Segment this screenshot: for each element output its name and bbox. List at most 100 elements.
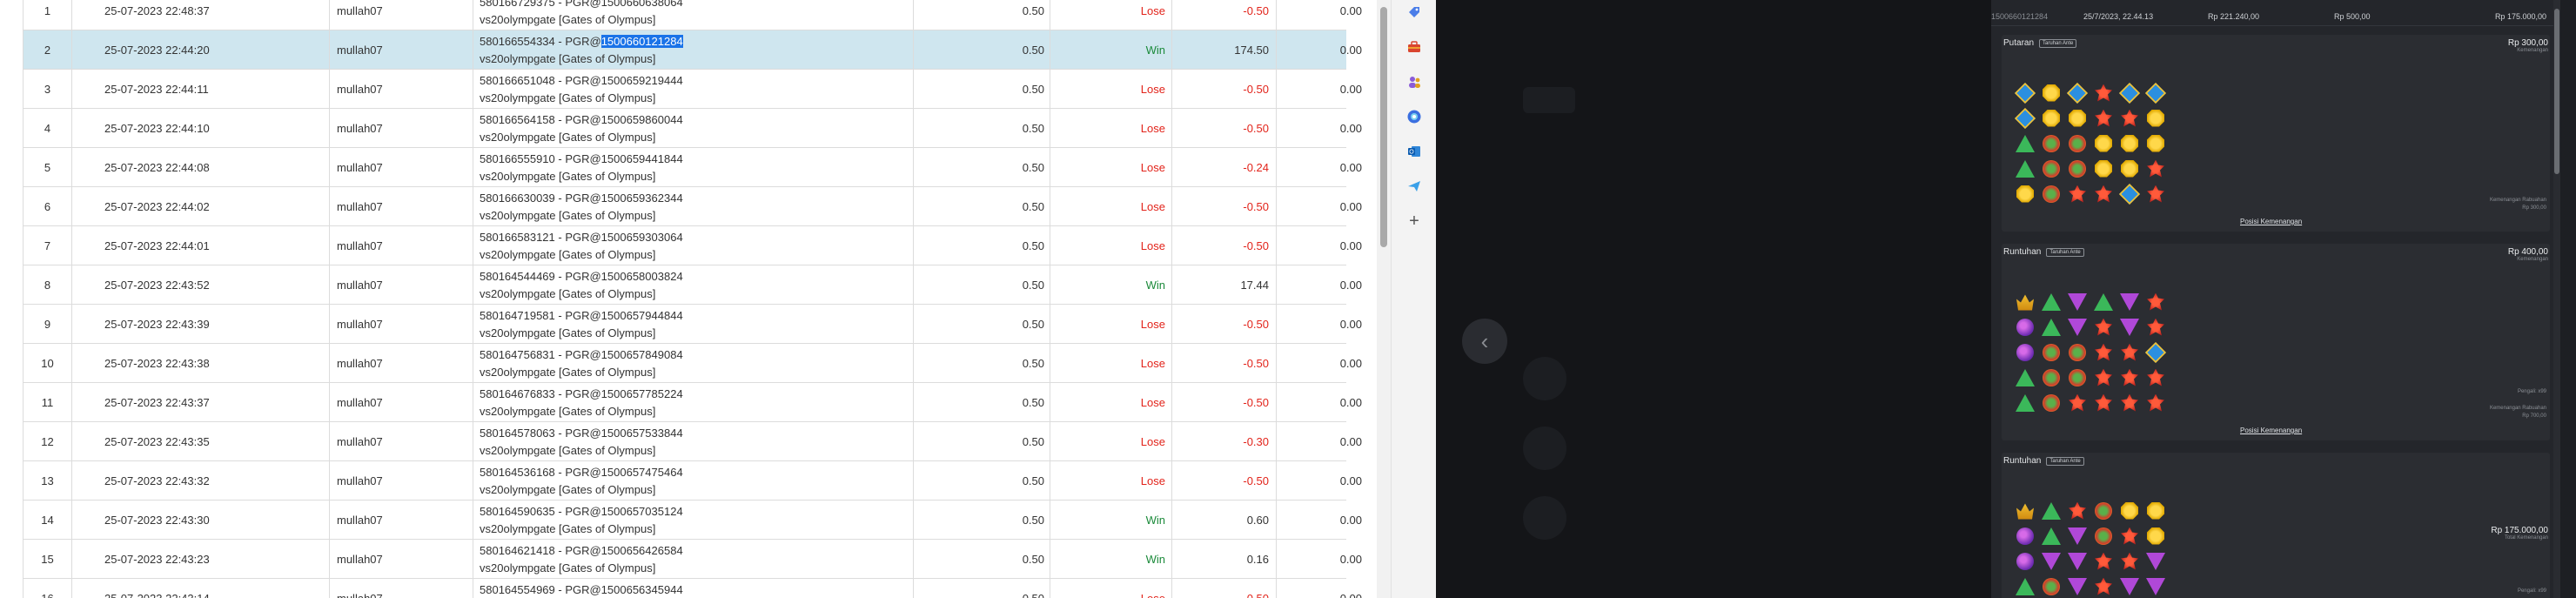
row-profit-loss: 0.16 bbox=[1172, 540, 1277, 579]
row-bet: 0.50 bbox=[914, 344, 1050, 383]
reel-grid bbox=[2012, 498, 2169, 598]
row-description-line1: 580164756831 - PGR@1500657849084 bbox=[480, 346, 683, 364]
row-jackpot: 0.00 bbox=[1339, 239, 1362, 252]
table-row[interactable]: 14 25-07-2023 22:43:30 mullah07 58016459063… bbox=[23, 501, 1362, 540]
row-bet: 0.50 bbox=[914, 226, 1050, 265]
history-scrollbar-thumb[interactable] bbox=[2554, 9, 2559, 174]
gem-red-icon bbox=[2064, 181, 2090, 206]
table-row[interactable]: 7 25-07-2023 22:44:01 mullah07 580166583121… bbox=[23, 226, 1362, 265]
row-jackpot: 0.00 bbox=[1339, 83, 1362, 96]
transaction-id: 580164590635 - PGR@1500657035124 bbox=[480, 504, 683, 518]
row-description: 580166651048 - PGR@1500659219444 vs20olym… bbox=[473, 70, 914, 109]
row-datetime: 25-07-2023 22:48:37 bbox=[72, 0, 330, 30]
gem-purple-icon bbox=[2116, 314, 2143, 339]
row-number: 10 bbox=[23, 344, 72, 383]
outlook-icon[interactable]: O bbox=[1405, 143, 1423, 160]
ante-tag: Taruhan Ante bbox=[2046, 456, 2084, 466]
table-row[interactable]: 15 25-07-2023 22:43:23 mullah07 58016462141… bbox=[23, 540, 1362, 579]
gem-red-icon bbox=[2116, 548, 2143, 574]
gem-ring-icon bbox=[2064, 365, 2090, 390]
row-username: mullah07 bbox=[330, 30, 473, 70]
grid-scrollbar-thumb[interactable] bbox=[1380, 7, 1387, 247]
people-icon[interactable] bbox=[1405, 73, 1423, 91]
gem-green-icon bbox=[2090, 289, 2116, 314]
gem-orb-icon bbox=[2012, 314, 2038, 339]
row-description: 580166555910 - PGR@1500659441844 vs20olym… bbox=[473, 148, 914, 187]
gem-red-icon bbox=[2143, 156, 2169, 181]
gem-ring-icon bbox=[2038, 339, 2064, 365]
row-profit-loss: -0.50 bbox=[1172, 109, 1277, 148]
row-number: 3 bbox=[23, 70, 72, 109]
gem-red-icon bbox=[2090, 181, 2116, 206]
row-number: 6 bbox=[23, 187, 72, 226]
table-row[interactable]: 10 25-07-2023 22:43:38 mullah07 58016475683… bbox=[23, 344, 1362, 383]
send-icon[interactable] bbox=[1405, 178, 1423, 195]
winning-positions-link[interactable]: Posisi Kemenangan bbox=[2240, 218, 2302, 225]
ante-tag: Taruhan Ante bbox=[2046, 247, 2084, 257]
row-description-line1: 580164536168 - PGR@1500657475464 bbox=[480, 464, 683, 481]
row-datetime: 25-07-2023 22:44:10 bbox=[72, 109, 330, 148]
row-result: Lose bbox=[1050, 579, 1172, 598]
row-description-line1: 580166630039 - PGR@1500659362344 bbox=[480, 190, 683, 207]
table-row[interactable]: 1625-07-2023 22:43:14mullah0758016455496… bbox=[23, 579, 1362, 598]
row-game-name: vs20olympgate [Gates of Olympus] bbox=[480, 561, 656, 574]
row-number: 5 bbox=[23, 148, 72, 187]
table-row[interactable]: 5 25-07-2023 22:44:08 mullah07 580166555910… bbox=[23, 148, 1362, 187]
gem-ring-icon bbox=[2038, 574, 2064, 598]
row-result: Lose bbox=[1050, 187, 1172, 226]
row-bet: 0.50 bbox=[914, 501, 1050, 540]
row-result: Lose bbox=[1050, 226, 1172, 265]
round-footer: Pengali: x99 Kemenangan Rabuahan Rp 700,… bbox=[2489, 389, 2546, 419]
reel-grid bbox=[2012, 80, 2169, 206]
row-datetime: 25-07-2023 22:43:38 bbox=[72, 344, 330, 383]
row-jackpot: 0.00 bbox=[1277, 579, 1364, 598]
table-row[interactable]: 8 25-07-2023 22:43:52 mullah07 580164544469… bbox=[23, 265, 1362, 305]
row-username: mullah07 bbox=[330, 579, 473, 598]
table-row[interactable]: 13 25-07-2023 22:43:32 mullah07 58016453616… bbox=[23, 461, 1362, 501]
chevron-left-icon: ‹ bbox=[1480, 327, 1489, 354]
plus-icon[interactable]: + bbox=[1405, 212, 1423, 231]
table-row[interactable]: 3 25-07-2023 22:44:11 mullah07 580166651048… bbox=[23, 70, 1362, 109]
back-button[interactable]: ‹ bbox=[1462, 319, 1507, 364]
gem-yellow-icon bbox=[2143, 498, 2169, 523]
row-number: 13 bbox=[23, 461, 72, 501]
toolbox-icon[interactable] bbox=[1405, 38, 1423, 56]
row-description: 580166554334 - PGR@1500660121284 vs20olym… bbox=[473, 30, 914, 70]
row-datetime: 25-07-2023 22:44:02 bbox=[72, 187, 330, 226]
history-scrollbar[interactable] bbox=[2553, 0, 2560, 598]
grid-scrollbar[interactable] bbox=[1377, 0, 1391, 598]
round-card: Runtuhan Taruhan Ante Rp 175.000,00 Tota… bbox=[2002, 453, 2550, 598]
transaction-id: 580164719581 - PGR@1500657944844 bbox=[480, 308, 683, 322]
winning-positions-link[interactable]: Posisi Kemenangan bbox=[2240, 427, 2302, 434]
table-row[interactable]: 9 25-07-2023 22:43:39 mullah07 580164719581… bbox=[23, 305, 1362, 344]
row-jackpot: 0.00 bbox=[1339, 279, 1362, 292]
row-number: 9 bbox=[23, 305, 72, 344]
row-game-name: vs20olympgate [Gates of Olympus] bbox=[480, 286, 656, 300]
table-row[interactable]: 1 25-07-2023 22:48:37 mullah07 580166729375… bbox=[23, 0, 1362, 30]
gem-green-icon bbox=[2038, 314, 2064, 339]
row-jackpot: 0.00 bbox=[1339, 4, 1362, 17]
row-username: mullah07 bbox=[330, 265, 473, 305]
row-bet: 0.50 bbox=[914, 148, 1050, 187]
transaction-id: 580164756831 - PGR@1500657849084 bbox=[480, 347, 683, 361]
table-row[interactable]: 6 25-07-2023 22:44:02 mullah07 580166630039… bbox=[23, 187, 1362, 226]
row-result: Lose bbox=[1050, 109, 1172, 148]
row-number: 8 bbox=[23, 265, 72, 305]
gem-green-icon bbox=[2012, 390, 2038, 415]
row-result: Lose bbox=[1050, 305, 1172, 344]
gem-ring-icon bbox=[2090, 523, 2116, 548]
row-username: mullah07 bbox=[330, 109, 473, 148]
tag-icon[interactable] bbox=[1405, 3, 1423, 21]
row-profit-loss: 17.44 bbox=[1172, 265, 1277, 305]
row-bet: 0.50 bbox=[914, 187, 1050, 226]
gem-yellow-icon bbox=[2090, 131, 2116, 156]
table-row[interactable]: 12 25-07-2023 22:43:35 mullah07 58016457806… bbox=[23, 422, 1362, 461]
table-row[interactable]: 11 25-07-2023 22:43:37 mullah07 58016467683… bbox=[23, 383, 1362, 422]
gem-yellow-icon bbox=[2038, 80, 2064, 105]
table-row[interactable]: 2 25-07-2023 22:44:20 mullah07 580166554334… bbox=[23, 30, 1362, 70]
table-row[interactable]: 4 25-07-2023 22:44:10 mullah07 580166564158… bbox=[23, 109, 1362, 148]
copilot-icon[interactable] bbox=[1405, 108, 1423, 125]
row-username: mullah07 bbox=[330, 383, 473, 422]
transaction-id: 580166651048 - PGR@1500659219444 bbox=[480, 73, 683, 87]
row-game-name: vs20olympgate [Gates of Olympus] bbox=[480, 130, 656, 144]
